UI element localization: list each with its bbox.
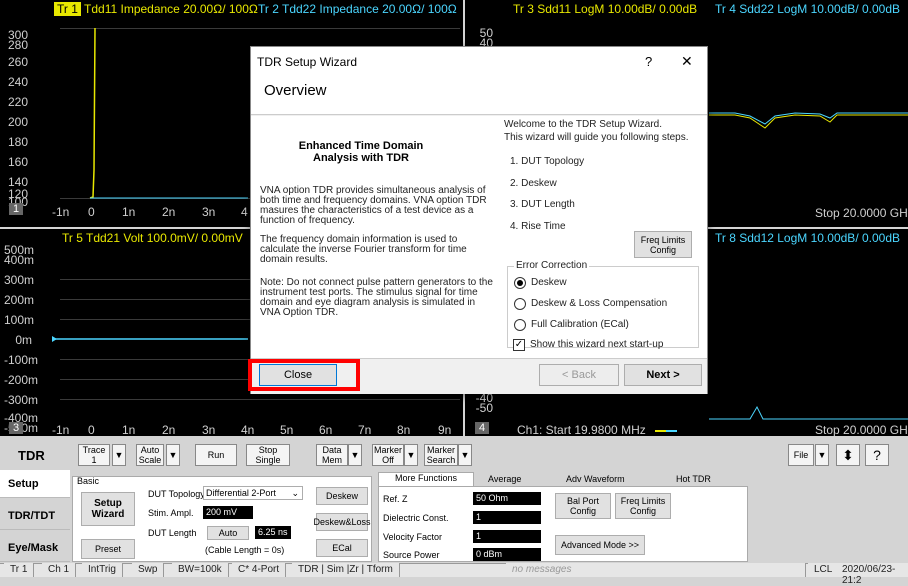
step-4: 4. Rise Time [510,221,566,232]
sort-icon[interactable]: ⬍ [836,444,860,466]
show-wizard-checkbox[interactable]: ✓ [513,339,525,351]
step-2: 2. Deskew [510,178,557,189]
pane4-start-freq: Ch1: Start 19.9800 MHz [517,423,646,436]
status-bandwidth[interactable]: BW=100k [172,563,229,577]
tab-average[interactable]: Average [488,474,521,484]
tab-adv-waveform[interactable]: Adv Waveform [566,474,625,484]
dut-length-field[interactable]: 6.25 ns [255,526,291,539]
radio-full-calibration[interactable] [514,319,526,331]
status-trace[interactable]: Tr 1 [4,563,35,577]
more-functions-panel: Ref. Z 50 Ohm Dielectric Const. 1 Veloci… [378,486,748,562]
auto-scale-button[interactable]: Auto Scale [136,444,164,466]
dialog-title: TDR Setup Wizard [257,55,358,69]
marker-search-dropdown-icon[interactable]: ▼ [458,444,472,466]
data-mem-dropdown-icon[interactable]: ▼ [348,444,362,466]
freq-limits-config-panel-button[interactable]: Freq Limits Config [615,493,671,519]
chevron-down-icon: ⌄ [291,487,299,498]
trace-button[interactable]: Trace 1 [78,444,110,466]
back-button[interactable]: < Back [539,364,619,386]
pane4-stop-freq: Stop 20.0000 GH [815,423,908,436]
error-correction-label: Error Correction [514,260,590,271]
status-lcl: LCL [808,563,840,577]
status-channel[interactable]: Ch 1 [42,563,77,577]
step-1: 1. DUT Topology [510,156,585,167]
stim-ampl-field[interactable]: 200 mV [203,506,253,519]
status-port[interactable]: C* 4-Port [232,563,287,577]
ref-z-field[interactable]: 50 Ohm [473,492,541,505]
tdr-label: TDR [18,448,45,463]
welcome-text: Welcome to the TDR Setup Wizard. This wi… [504,119,689,143]
status-sweep[interactable]: Swp [132,563,165,577]
run-button[interactable]: Run [195,444,237,466]
dut-length-auto-button[interactable]: Auto [207,526,249,540]
tab-bar: More Functions Average Adv Waveform Hot … [378,472,748,486]
close-button[interactable]: Close [259,364,337,386]
side-eye-mask[interactable]: Eye/Mask [0,534,70,562]
dialog-header: Overview [251,75,707,115]
overview-heading: Enhanced Time Domain Analysis with TDR [298,140,424,164]
status-trigger[interactable]: IntTrig [82,563,123,577]
help-button[interactable]: ? [865,444,889,466]
next-button[interactable]: Next > [624,364,702,386]
pane3-number: 3 [9,422,24,434]
dialog-footer: Close < Back Next > [248,358,707,394]
overview-para-3: Note: Do not connect pulse pattern gener… [260,277,493,318]
stop-single-button[interactable]: Stop Single [246,444,290,466]
show-wizard-label: Show this wizard next start-up [530,339,664,350]
basic-group-label: Basic [77,476,100,486]
ecal-button[interactable]: ECal [316,539,368,557]
close-icon[interactable]: ✕ [681,53,693,70]
tdr-setup-wizard-dialog: TDR Setup Wizard ? ✕ Overview Enhanced T… [248,46,708,394]
auto-scale-dropdown-icon[interactable]: ▼ [166,444,180,466]
error-correction-group: Error Correction Deskew Deskew & Loss Co… [507,260,699,348]
data-mem-button[interactable]: Data Mem [316,444,348,466]
bal-port-config-button[interactable]: Bal Port Config [555,493,611,519]
dialog-header-title: Overview [264,82,327,99]
marker-off-button[interactable]: Marker Off [372,444,404,466]
pane2-stop-freq: Stop 20.0000 GH [815,206,908,220]
dut-topology-select[interactable]: Differential 2-Port ⌄ [203,486,303,500]
side-tdr-tdt[interactable]: TDR/TDT [0,502,70,530]
source-power-field[interactable]: 0 dBm [473,548,541,561]
file-button[interactable]: File [788,444,814,466]
side-setup[interactable]: Setup [0,470,70,498]
overview-para-2: The frequency domain information is used… [260,234,467,265]
pane1-number: 1 [9,203,24,215]
step-3: 3. DUT Length [510,199,575,210]
trace-dropdown-icon[interactable]: ▼ [112,444,126,466]
status-datetime: 2020/06/23-21:2 [836,563,908,586]
advanced-mode-button[interactable]: Advanced Mode >> [555,535,645,555]
file-dropdown-icon[interactable]: ▼ [815,444,829,466]
dielectric-field[interactable]: 1 [473,511,541,524]
tab-hot-tdr[interactable]: Hot TDR [676,474,711,484]
marker-search-button[interactable]: Marker Search [424,444,458,466]
help-icon[interactable]: ? [645,54,652,69]
preset-button[interactable]: Preset [81,539,135,559]
deskew-loss-button[interactable]: Deskew&Loss [313,513,371,531]
dialog-titlebar: TDR Setup Wizard ? ✕ [251,47,707,75]
basic-panel: Basic Setup Wizard Preset DUT Topology D… [72,476,372,562]
pane4-number: 4 [475,422,490,434]
marker-off-dropdown-icon[interactable]: ▼ [404,444,418,466]
status-messages: no messages [506,563,806,577]
radio-deskew[interactable] [514,277,526,289]
freq-limits-config-button[interactable]: Freq Limits Config [634,231,692,258]
setup-wizard-button[interactable]: Setup Wizard [81,492,135,526]
marker-legend-line [655,430,677,432]
velocity-field[interactable]: 1 [473,530,541,543]
tab-more-functions[interactable]: More Functions [378,472,474,486]
deskew-button[interactable]: Deskew [316,487,368,505]
status-mode[interactable]: TDR | Sim |Zr | Tform [292,563,400,577]
dialog-body: Enhanced Time Domain Analysis with TDR V… [251,116,707,358]
radio-deskew-loss[interactable] [514,298,526,310]
overview-para-1: VNA option TDR provides simultaneous ana… [260,185,487,226]
